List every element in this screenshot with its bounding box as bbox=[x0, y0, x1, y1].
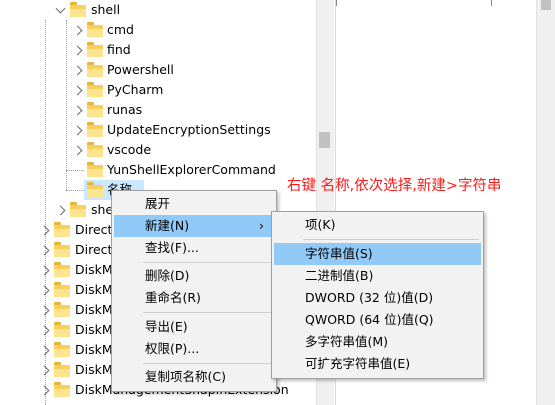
column-divider bbox=[336, 0, 337, 6]
folder-icon bbox=[87, 182, 103, 197]
tree-item-label: cmd bbox=[107, 22, 134, 37]
chevron-right-icon[interactable] bbox=[72, 85, 83, 96]
tree-item-label: DiskM bbox=[75, 322, 113, 337]
tree-item-label: PyCharm bbox=[107, 82, 164, 97]
folder-icon bbox=[87, 42, 103, 57]
tree-item-label: runas bbox=[107, 102, 143, 117]
tree-item-label: DiskM bbox=[75, 342, 113, 357]
menu-item-export[interactable]: 导出(E) bbox=[114, 316, 274, 338]
folder-icon bbox=[70, 2, 86, 17]
menu-item-new-label: 新建(N) bbox=[145, 218, 190, 233]
menu-item-copy-key-name[interactable]: 复制项名称(C) bbox=[114, 366, 274, 388]
tree-item-label: vscode bbox=[107, 142, 152, 157]
folder-icon bbox=[87, 142, 103, 157]
menu-item-new[interactable]: 新建(N) › bbox=[114, 215, 274, 237]
submenu-arrow-icon: › bbox=[259, 218, 264, 233]
menu-item-find[interactable]: 查找(F)... bbox=[114, 237, 274, 259]
tree-item-pycharm[interactable]: PyCharm bbox=[0, 80, 316, 100]
folder-icon bbox=[54, 242, 70, 257]
chevron-right-icon[interactable] bbox=[72, 105, 83, 116]
menu-separator bbox=[143, 363, 272, 364]
chevron-right-icon[interactable] bbox=[72, 145, 83, 156]
folder-icon bbox=[54, 362, 70, 377]
submenu-item-expandable-string-value[interactable]: 可扩充字符串值(E) bbox=[274, 353, 481, 375]
submenu-item-multi-string-value[interactable]: 多字符串值(M) bbox=[274, 331, 481, 353]
folder-icon bbox=[54, 302, 70, 317]
tree-item-label: DiskM bbox=[75, 282, 113, 297]
folder-icon bbox=[54, 322, 70, 337]
submenu-item-binary-value[interactable]: 二进制值(B) bbox=[274, 265, 481, 287]
tree-item-label: shell bbox=[91, 2, 121, 17]
chevron-right-icon[interactable] bbox=[39, 265, 50, 276]
submenu-item-dword-value[interactable]: DWORD (32 位)值(D) bbox=[274, 287, 481, 309]
tree-item-label: DiskM bbox=[75, 302, 113, 317]
menu-item-expand[interactable]: 展开 bbox=[114, 193, 274, 215]
tree-item-label: DiskM bbox=[75, 262, 113, 277]
folder-icon bbox=[54, 222, 70, 237]
menu-separator bbox=[303, 239, 479, 240]
tree-item-label: find bbox=[107, 42, 131, 57]
menu-separator bbox=[143, 312, 272, 313]
values-scrollbar-thumb[interactable] bbox=[541, 0, 551, 10]
folder-icon bbox=[87, 82, 103, 97]
tree-item-find[interactable]: find bbox=[0, 40, 316, 60]
tree-scrollbar-thumb[interactable] bbox=[319, 132, 330, 148]
chevron-right-icon[interactable] bbox=[72, 45, 83, 56]
folder-icon bbox=[54, 262, 70, 277]
chevron-right-icon[interactable] bbox=[39, 305, 50, 316]
chevron-right-icon[interactable] bbox=[72, 125, 83, 136]
tree-item-cmd[interactable]: cmd bbox=[0, 20, 316, 40]
instruction-annotation: 右键 名称,依次选择,新建>字符串 bbox=[287, 178, 502, 194]
submenu-item-key[interactable]: 项(K) bbox=[274, 214, 481, 236]
tree-item-runas[interactable]: runas bbox=[0, 100, 316, 120]
folder-icon bbox=[87, 122, 103, 137]
new-submenu: 项(K) 字符串值(S) 二进制值(B) DWORD (32 位)值(D) QW… bbox=[271, 211, 484, 379]
chevron-right-icon[interactable] bbox=[39, 245, 50, 256]
tree-item-label: YunShellExplorerCommand bbox=[107, 162, 276, 177]
context-menu: 展开 新建(N) › 查找(F)... 删除(D) 重命名(R) 导出(E) 权… bbox=[111, 190, 277, 392]
menu-item-permissions[interactable]: 权限(P)... bbox=[114, 338, 274, 360]
chevron-right-icon[interactable] bbox=[72, 25, 83, 36]
tree-item-vscode[interactable]: vscode bbox=[0, 140, 316, 160]
folder-icon bbox=[54, 282, 70, 297]
submenu-item-string-value[interactable]: 字符串值(S) bbox=[274, 243, 481, 265]
folder-icon bbox=[87, 102, 103, 117]
folder-icon bbox=[87, 162, 103, 177]
tree-item-powershell[interactable]: Powershell bbox=[0, 60, 316, 80]
menu-item-rename[interactable]: 重命名(R) bbox=[114, 287, 274, 309]
values-pane-header bbox=[336, 0, 536, 8]
chevron-right-icon[interactable] bbox=[72, 65, 83, 76]
menu-separator bbox=[143, 262, 272, 263]
chevron-down-icon[interactable] bbox=[55, 3, 66, 14]
tree-item-updateencryptionsettings[interactable]: UpdateEncryptionSettings bbox=[0, 120, 316, 140]
submenu-item-qword-value[interactable]: QWORD (64 位)值(Q) bbox=[274, 309, 481, 331]
folder-icon bbox=[87, 62, 103, 77]
folder-icon bbox=[54, 342, 70, 357]
chevron-right-icon[interactable] bbox=[39, 325, 50, 336]
chevron-right-icon[interactable] bbox=[39, 225, 50, 236]
chevron-right-icon[interactable] bbox=[39, 285, 50, 296]
folder-icon bbox=[70, 202, 86, 217]
tree-item-label: DiskM bbox=[75, 362, 113, 377]
tree-item-shell[interactable]: shell bbox=[0, 0, 316, 20]
values-vertical-scrollbar[interactable] bbox=[536, 0, 555, 405]
tree-item-label: Powershell bbox=[107, 62, 174, 77]
folder-icon bbox=[54, 382, 70, 397]
tree-item-yunshellexplorercommand[interactable]: YunShellExplorerCommand bbox=[0, 160, 316, 180]
chevron-right-icon[interactable] bbox=[39, 385, 50, 396]
chevron-right-icon[interactable] bbox=[39, 345, 50, 356]
chevron-right-icon[interactable] bbox=[55, 205, 66, 216]
tree-guide-line bbox=[66, 190, 84, 191]
menu-item-delete[interactable]: 删除(D) bbox=[114, 265, 274, 287]
column-divider bbox=[491, 0, 492, 6]
chevron-right-icon[interactable] bbox=[39, 365, 50, 376]
folder-icon bbox=[87, 22, 103, 37]
tree-item-label: UpdateEncryptionSettings bbox=[107, 122, 271, 137]
